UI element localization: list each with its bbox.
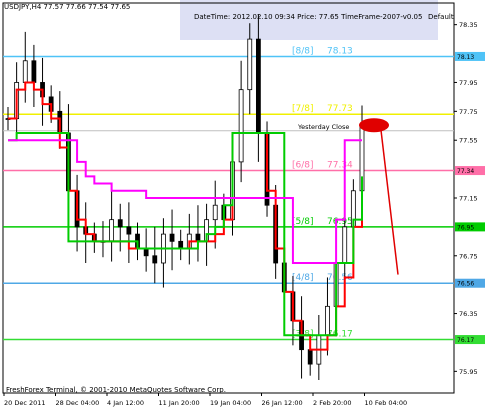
x-tick-label: 28 Dec 04:00 bbox=[56, 399, 100, 407]
y-tick-label: 77.15 bbox=[459, 195, 478, 203]
candle-body bbox=[307, 349, 313, 365]
y-tick-label: 76.35 bbox=[459, 310, 478, 318]
candle-body bbox=[117, 219, 123, 228]
candle-body bbox=[126, 226, 132, 235]
canvas-background bbox=[0, 0, 489, 411]
chart-canvas[interactable]: [8/8] 78.13 [7/8] 77.73 [6/8] 77.34 [5/8] 76.95… bbox=[0, 0, 489, 411]
y-tick-label: 77.75 bbox=[459, 108, 478, 116]
x-tick-label: 11 Jan 20:00 bbox=[159, 399, 200, 407]
x-tick-label: 20 Dec 2011 bbox=[4, 399, 46, 407]
symbol-line: USDJPY,H4 77.57 77.66 77.54 77.65 bbox=[4, 3, 130, 11]
candle-body bbox=[342, 226, 348, 264]
x-tick-label: 2 Feb 20:00 bbox=[313, 399, 352, 407]
level-value: 77.34 bbox=[327, 161, 353, 171]
level-label: [5/8] bbox=[292, 217, 314, 227]
x-tick-label: 4 Jan 12:00 bbox=[107, 399, 144, 407]
y-tick-label: 77.95 bbox=[459, 79, 478, 87]
candle-body bbox=[238, 89, 244, 163]
candle-body bbox=[22, 60, 28, 83]
target-marker bbox=[359, 118, 389, 133]
candle-body bbox=[255, 38, 261, 134]
x-tick-label: 19 Jan 04:00 bbox=[210, 399, 251, 407]
candle-body bbox=[152, 255, 158, 264]
candle-body bbox=[195, 233, 201, 242]
level-value: 77.73 bbox=[327, 104, 353, 114]
level-value: 76.95 bbox=[327, 217, 353, 227]
level-label: [8/8] bbox=[292, 46, 314, 56]
default-label: Default bbox=[428, 13, 454, 21]
y-tick-label: 76.75 bbox=[459, 252, 478, 260]
y-tick-label: 78.35 bbox=[459, 21, 478, 29]
price-tag-label: 76.17 bbox=[457, 337, 474, 344]
price-tag-label: 76.95 bbox=[457, 224, 474, 231]
candle-body bbox=[178, 240, 184, 249]
candle-body bbox=[31, 60, 37, 83]
yesterday-close-label: Yesterday Close bbox=[297, 123, 349, 131]
copyright-text: FreshForex Terminal, © 2001-2010 MetaQuo… bbox=[6, 386, 226, 394]
candle-body bbox=[325, 305, 330, 336]
candle-body bbox=[143, 248, 149, 257]
level-label: [7/8] bbox=[292, 104, 314, 114]
candle-body bbox=[109, 219, 115, 242]
candle-body bbox=[247, 38, 253, 91]
y-tick-label: 77.55 bbox=[459, 137, 478, 145]
level-value: 78.13 bbox=[327, 46, 353, 56]
chart-window: [8/8] 78.13 [7/8] 77.73 [6/8] 77.34 [5/8] 76.95… bbox=[0, 0, 489, 411]
price-tag-label: 76.56 bbox=[457, 281, 474, 288]
candle-body bbox=[169, 233, 175, 242]
x-tick-label: 10 Feb 04:00 bbox=[365, 399, 408, 407]
level-label: [6/8] bbox=[292, 161, 314, 171]
x-tick-label: 26 Jan 12:00 bbox=[262, 399, 303, 407]
y-tick-label: 75.95 bbox=[459, 368, 478, 376]
info-line: DateTime: 2012.02.10 09:34 Price: 77.65 … bbox=[194, 13, 422, 21]
candle-body bbox=[212, 204, 218, 221]
price-tag-label: 78.13 bbox=[457, 54, 474, 61]
price-tag-label: 77.34 bbox=[457, 168, 474, 175]
level-label: [4/8] bbox=[292, 273, 314, 283]
